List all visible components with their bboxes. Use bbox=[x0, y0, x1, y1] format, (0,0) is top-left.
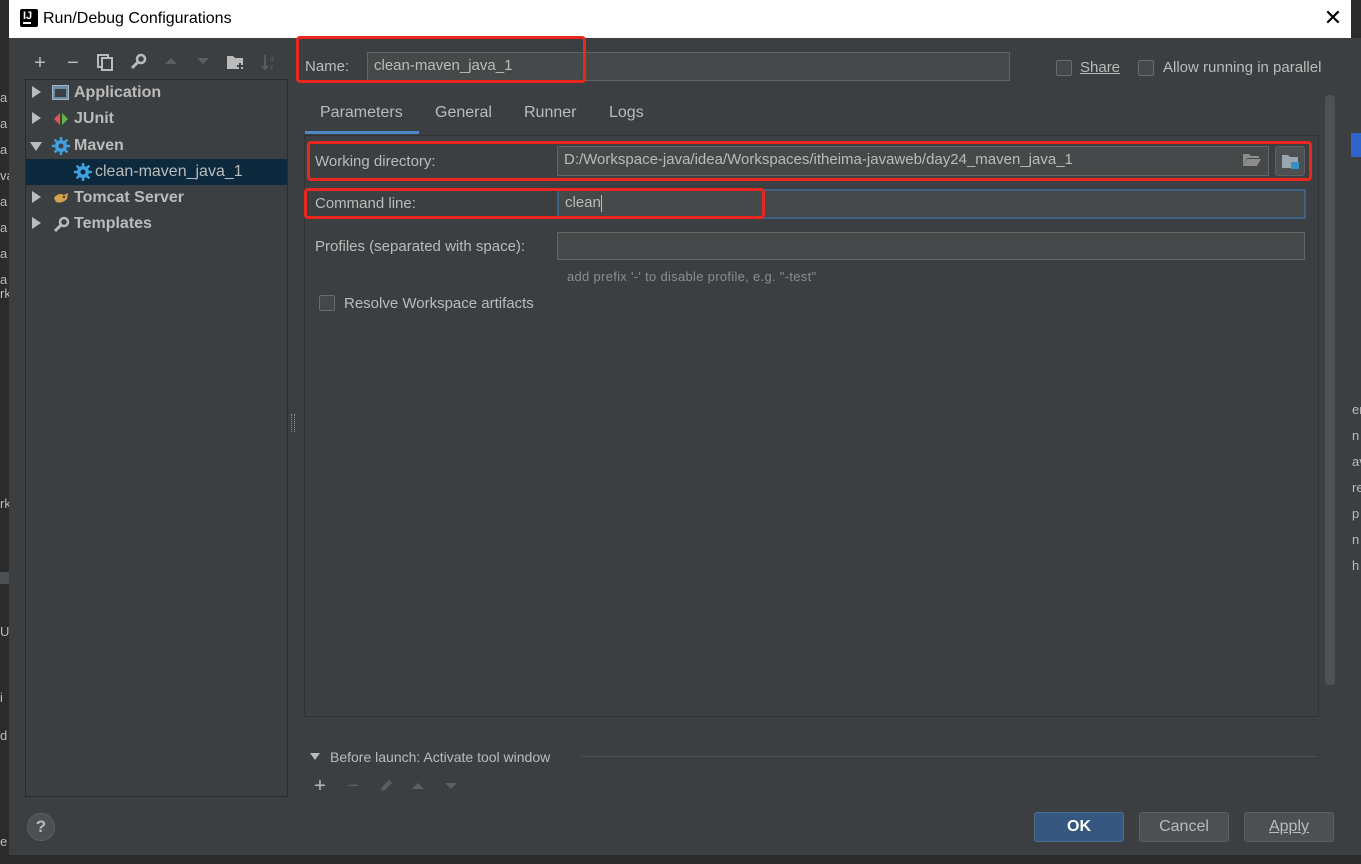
tab-logs[interactable]: Logs bbox=[609, 104, 644, 122]
background-text: a bbox=[0, 194, 8, 209]
background-text: a bbox=[0, 90, 8, 105]
tree-item-junit[interactable]: JUnit bbox=[26, 106, 287, 132]
add-configuration-icon[interactable]: + bbox=[29, 53, 51, 73]
vertical-scrollbar[interactable] bbox=[1325, 95, 1335, 685]
copy-configuration-icon[interactable] bbox=[94, 53, 116, 73]
window-title: Run/Debug Configurations bbox=[43, 10, 232, 27]
background-text: h bbox=[1352, 558, 1360, 573]
background-text: n bbox=[1352, 428, 1360, 443]
background-text: n bbox=[1352, 532, 1360, 547]
active-tab-indicator bbox=[305, 131, 419, 134]
close-icon[interactable]: ✕ bbox=[1321, 7, 1345, 31]
tab-parameters[interactable]: Parameters bbox=[320, 104, 403, 122]
tree-item-maven[interactable]: Maven bbox=[26, 133, 287, 159]
remove-configuration-icon[interactable]: − bbox=[62, 53, 84, 73]
tree-item-templates[interactable]: Templates bbox=[26, 211, 287, 237]
wrench-icon[interactable] bbox=[127, 53, 149, 73]
tree-item-tomcat-server[interactable]: Tomcat Server bbox=[26, 185, 287, 211]
background-text: d bbox=[0, 728, 8, 743]
background-text: a bbox=[0, 220, 8, 235]
background-text: a bbox=[0, 246, 8, 261]
edit-task-icon[interactable] bbox=[375, 778, 397, 798]
parameters-panel bbox=[304, 135, 1319, 717]
background-ide-left: a a a va a a a a rk rk U i d e bbox=[0, 38, 14, 864]
splitter-handle[interactable] bbox=[291, 414, 295, 432]
configuration-tree: Application JUnit Maven clean-maven_java… bbox=[25, 79, 288, 797]
share-label: Share bbox=[1080, 59, 1121, 76]
collapse-arrow-icon[interactable] bbox=[30, 142, 42, 151]
profiles-label: Profiles (separated with space): bbox=[315, 238, 526, 255]
add-task-icon[interactable]: + bbox=[309, 776, 331, 796]
move-task-down-icon[interactable] bbox=[440, 778, 462, 798]
tab-runner[interactable]: Runner bbox=[524, 104, 576, 122]
tree-item-label: clean-maven_java_1 bbox=[95, 163, 243, 180]
background-selection bbox=[1351, 133, 1361, 157]
tree-item-clean-maven-java-1[interactable]: clean-maven_java_1 bbox=[26, 159, 287, 185]
separator bbox=[581, 756, 1316, 757]
collapse-arrow-icon[interactable] bbox=[310, 753, 320, 760]
background-text: a bbox=[0, 116, 8, 131]
help-button[interactable]: ? bbox=[27, 813, 55, 841]
profiles-input[interactable] bbox=[557, 232, 1305, 260]
tree-item-label: Templates bbox=[74, 215, 152, 232]
ok-button[interactable]: OK bbox=[1034, 812, 1124, 842]
tree-item-label: Maven bbox=[74, 137, 124, 154]
sort-icon[interactable]: az bbox=[258, 53, 280, 73]
background-text: U bbox=[0, 624, 10, 639]
junit-icon bbox=[53, 111, 69, 131]
background-text: av bbox=[1352, 454, 1361, 469]
maven-gear-icon bbox=[52, 137, 70, 159]
tree-item-label: Tomcat Server bbox=[74, 189, 184, 206]
share-checkbox[interactable] bbox=[1056, 60, 1072, 76]
maven-gear-icon bbox=[74, 163, 92, 185]
title-bar: IJ Run/Debug Configurations ✕ bbox=[9, 0, 1351, 38]
expand-arrow-icon[interactable] bbox=[32, 86, 41, 98]
move-down-icon[interactable] bbox=[192, 53, 214, 73]
move-task-up-icon[interactable] bbox=[407, 778, 429, 798]
background-text: e bbox=[0, 834, 8, 849]
background-scroll-thumb bbox=[0, 572, 9, 584]
resolve-workspace-label: Resolve Workspace artifacts bbox=[344, 295, 534, 312]
tab-general[interactable]: General bbox=[435, 104, 492, 122]
background-text: p bbox=[1352, 506, 1360, 521]
expand-arrow-icon[interactable] bbox=[32, 217, 41, 229]
background-ide-right: er n av re p n h bbox=[1351, 38, 1361, 864]
highlight-annotation bbox=[304, 188, 765, 219]
application-icon bbox=[52, 85, 69, 100]
tree-item-label: JUnit bbox=[74, 110, 114, 127]
background-text: i bbox=[0, 690, 3, 705]
background-ide-bottom bbox=[0, 855, 1361, 864]
expand-arrow-icon[interactable] bbox=[32, 112, 41, 124]
allow-parallel-label: Allow running in parallel bbox=[1163, 59, 1322, 76]
wrench-icon bbox=[52, 216, 70, 238]
allow-parallel-checkbox[interactable] bbox=[1138, 60, 1154, 76]
apply-button[interactable]: Apply bbox=[1244, 812, 1334, 842]
profiles-hint: add prefix '-' to disable profile, e.g. … bbox=[567, 269, 817, 284]
remove-task-icon[interactable]: − bbox=[342, 776, 364, 796]
background-text: a bbox=[0, 142, 8, 157]
background-text: er bbox=[1352, 402, 1361, 417]
svg-text:z: z bbox=[270, 64, 274, 71]
move-up-icon[interactable] bbox=[160, 53, 182, 73]
background-text: re bbox=[1352, 480, 1361, 495]
new-folder-icon[interactable] bbox=[225, 53, 247, 73]
tree-item-application[interactable]: Application bbox=[26, 80, 287, 106]
intellij-icon: IJ bbox=[20, 9, 38, 27]
background-text: a bbox=[0, 272, 8, 287]
highlight-annotation bbox=[307, 141, 1312, 181]
tomcat-icon bbox=[52, 190, 70, 210]
svg-text:a: a bbox=[270, 56, 274, 63]
tree-item-label: Application bbox=[74, 84, 162, 101]
highlight-annotation bbox=[296, 36, 586, 83]
resolve-workspace-checkbox[interactable] bbox=[319, 295, 335, 311]
cancel-button[interactable]: Cancel bbox=[1139, 812, 1229, 842]
before-launch-label[interactable]: Before launch: Activate tool window bbox=[330, 749, 550, 765]
expand-arrow-icon[interactable] bbox=[32, 191, 41, 203]
